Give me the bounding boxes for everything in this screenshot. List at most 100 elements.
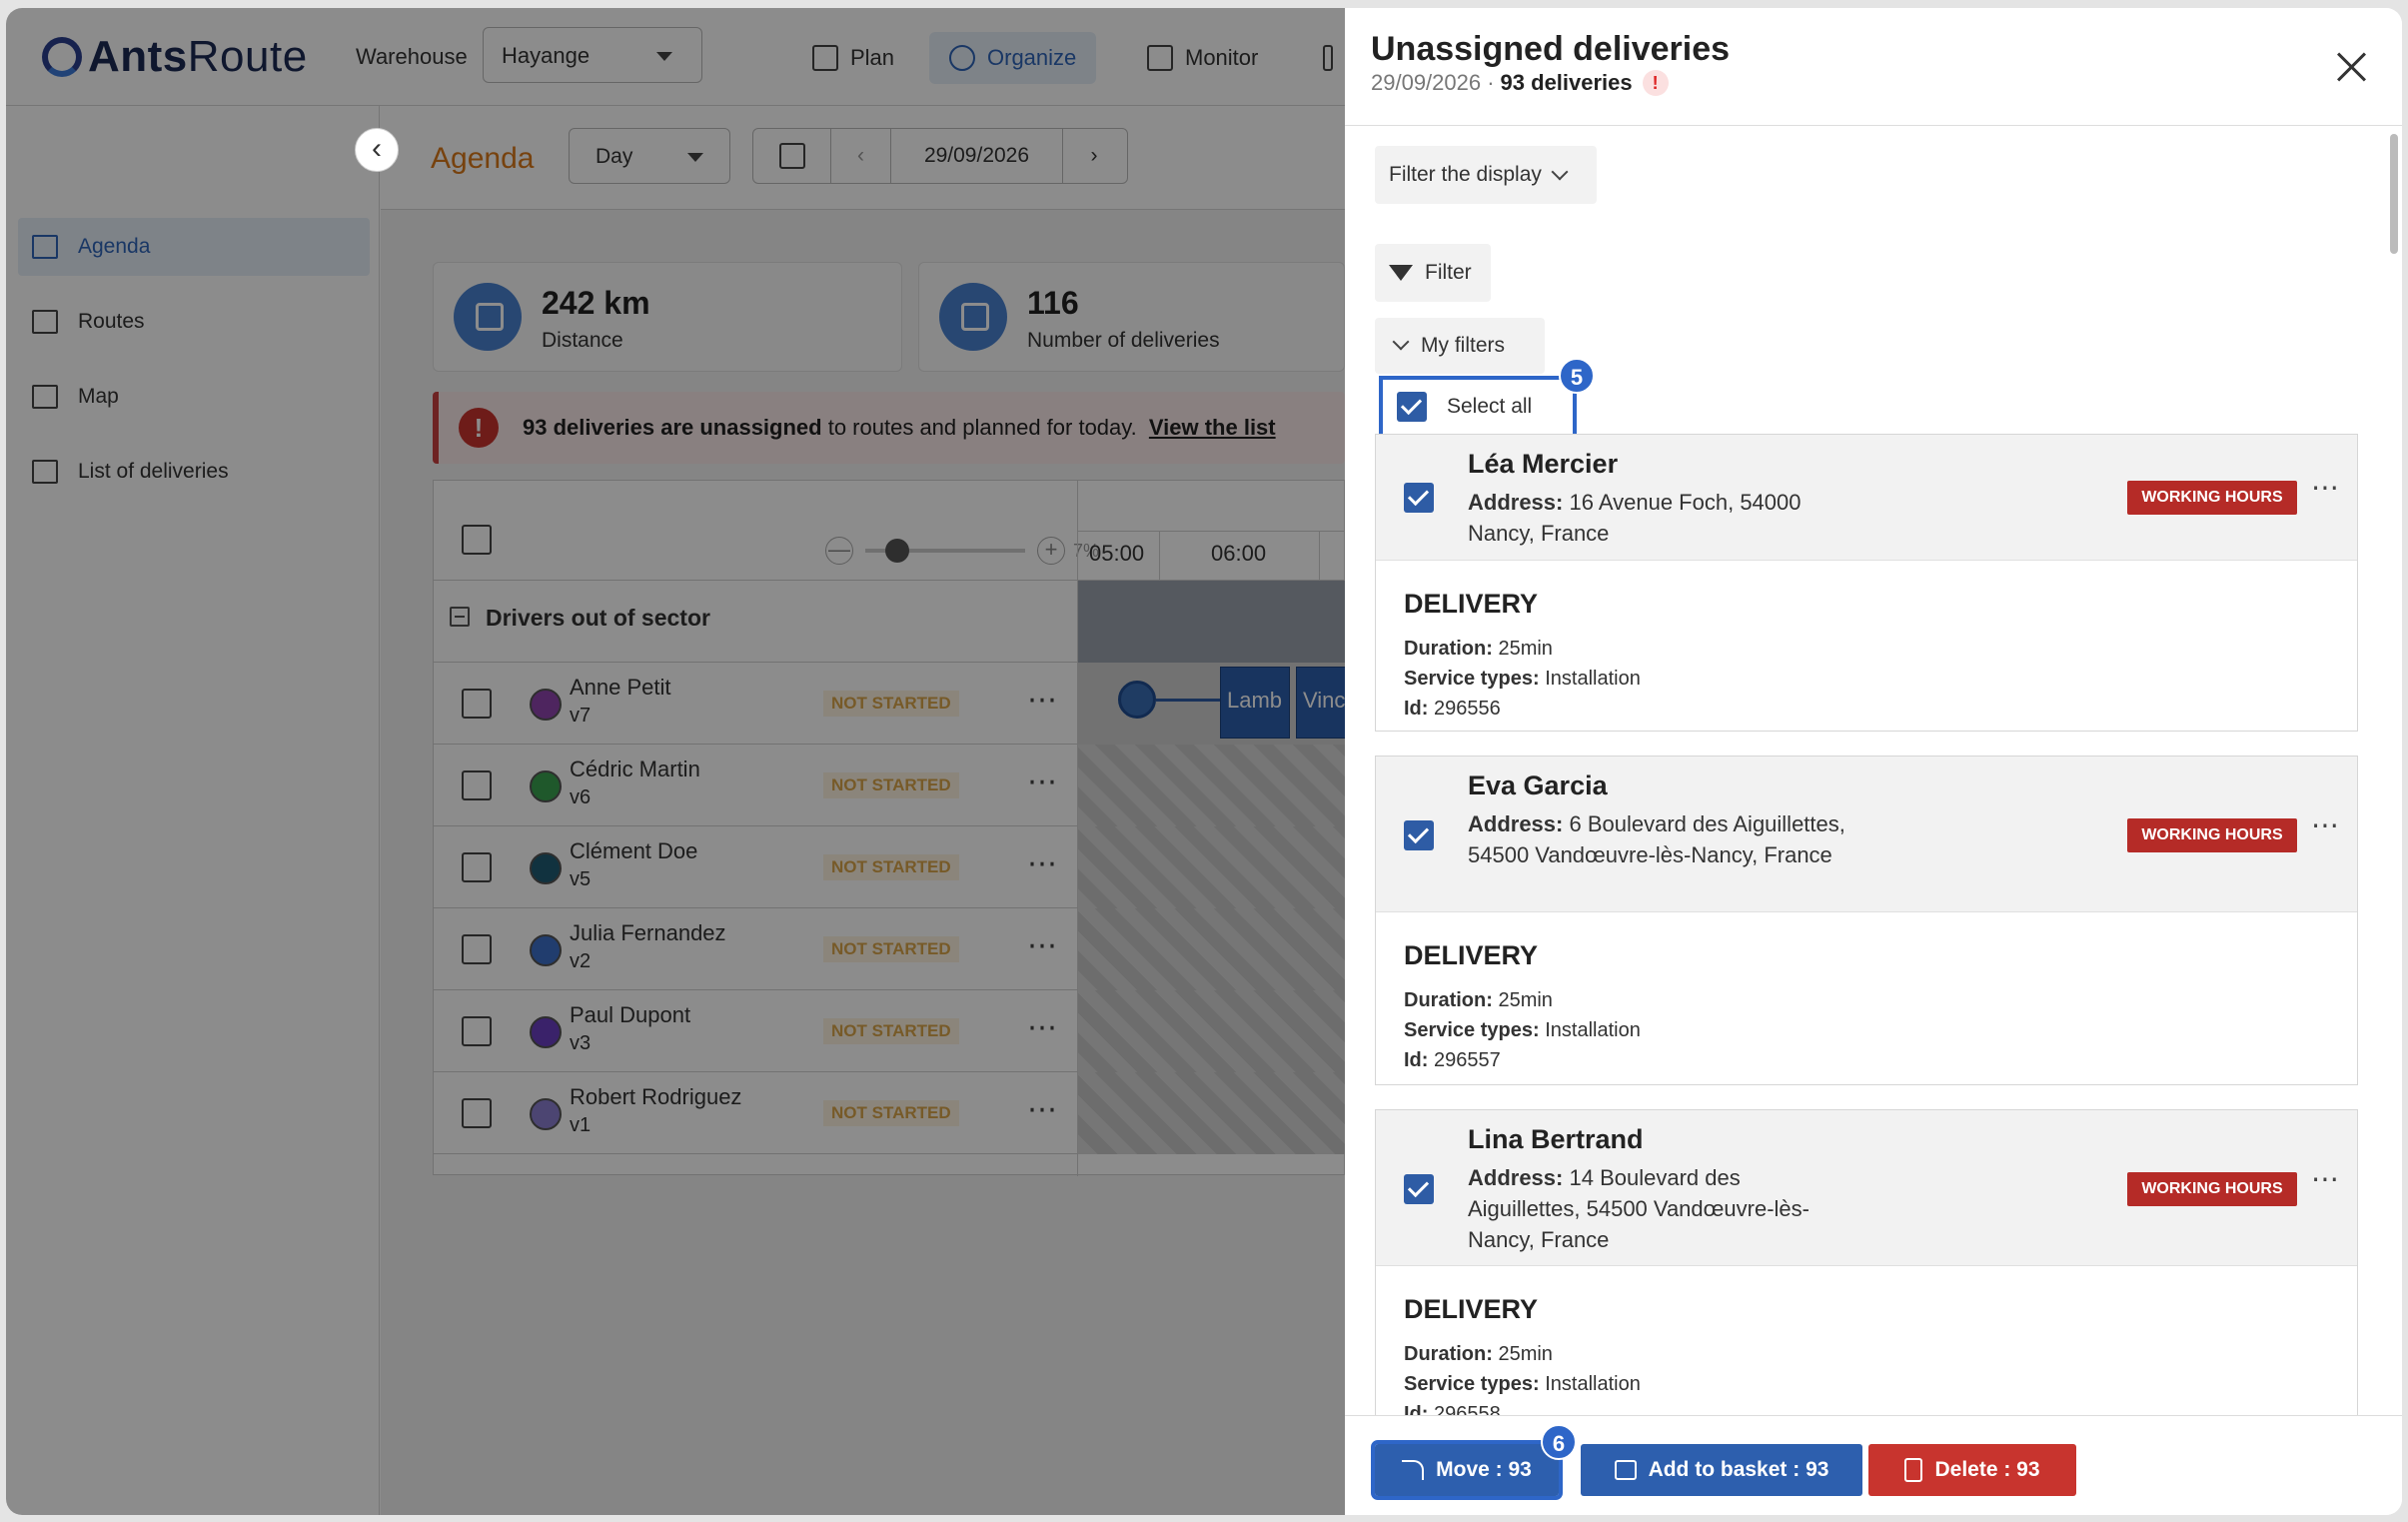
panel-count: 93 deliveries bbox=[1500, 70, 1633, 95]
my-filters-toggle[interactable]: My filters bbox=[1375, 318, 1545, 374]
driver-row[interactable]: Paul Dupont v3 NOT STARTED ⋯ bbox=[434, 990, 1346, 1072]
delivery-card[interactable]: Eva Garcia Address: 6 Boulevard des Aigu… bbox=[1375, 756, 2358, 1085]
driver-checkbox[interactable] bbox=[462, 689, 492, 719]
more-options-icon[interactable]: ⋯ bbox=[1027, 1010, 1059, 1045]
group-label: Drivers out of sector bbox=[486, 605, 710, 631]
driver-row[interactable]: Clément Doe v5 NOT STARTED ⋯ bbox=[434, 826, 1346, 908]
delivery-checkbox[interactable] bbox=[1404, 820, 1434, 850]
delivery-address: Address: 6 Boulevard des Aiguillettes, 5… bbox=[1468, 811, 1845, 867]
view-select[interactable]: Day bbox=[569, 128, 730, 184]
driver-checkbox[interactable] bbox=[462, 1016, 492, 1046]
collapse-sidebar-button[interactable]: ‹ bbox=[355, 128, 399, 172]
select-all-checkbox[interactable]: Select all bbox=[1379, 376, 1577, 438]
collapse-group-icon[interactable] bbox=[450, 607, 470, 627]
current-date[interactable]: 29/09/2026 bbox=[891, 129, 1063, 183]
driver-checkbox[interactable] bbox=[462, 770, 492, 800]
more-options-icon[interactable]: ⋯ bbox=[2311, 808, 2340, 841]
more-options-icon[interactable]: ⋯ bbox=[1027, 846, 1059, 881]
antsroute-logo[interactable]: AntsRoute bbox=[42, 30, 308, 84]
timeline-divider bbox=[1077, 481, 1078, 1176]
delivery-card-header: Lina Bertrand Address: 14 Boulevard des … bbox=[1376, 1110, 2357, 1266]
hour-label: 06:00 bbox=[1211, 541, 1267, 566]
driver-timeline bbox=[1078, 826, 1346, 908]
stat-label: Number of deliveries bbox=[1027, 329, 1220, 352]
warehouse-select[interactable]: Hayange bbox=[483, 27, 702, 83]
nav-organize[interactable]: Organize bbox=[929, 32, 1097, 84]
delete-button[interactable]: Delete : 93 bbox=[1868, 1444, 2076, 1496]
panel-title: Unassigned deliveries bbox=[1371, 30, 1731, 68]
calendar-picker-button[interactable] bbox=[753, 129, 831, 183]
sidebar-item-routes[interactable]: Routes bbox=[18, 293, 370, 351]
sidebar-item-map[interactable]: Map bbox=[18, 368, 370, 426]
driver-name: Anne Petit bbox=[570, 675, 671, 700]
driver-vehicle: v6 bbox=[570, 786, 592, 808]
add-to-basket-button[interactable]: Add to basket : 93 bbox=[1581, 1444, 1862, 1496]
signpost-icon bbox=[1147, 45, 1173, 71]
delivery-checkbox[interactable] bbox=[1404, 1174, 1434, 1204]
timeline-header-divider bbox=[1078, 531, 1346, 532]
stat-value: 116 bbox=[1027, 285, 1079, 321]
group-row-out-of-sector: Drivers out of sector bbox=[434, 581, 1346, 663]
nav-monitor[interactable]: Monitor bbox=[1127, 32, 1278, 84]
stat-label: Distance bbox=[542, 329, 623, 352]
delivery-service-types: Service types: Installation bbox=[1404, 668, 1641, 690]
more-options-icon[interactable]: ⋯ bbox=[2311, 1162, 2340, 1195]
more-options-icon[interactable]: ⋯ bbox=[1027, 764, 1059, 799]
delivery-card[interactable]: Léa Mercier Address: 16 Avenue Foch, 540… bbox=[1375, 434, 2358, 732]
alert-text: to routes and planned for today. bbox=[821, 415, 1143, 440]
customer-name: Eva Garcia bbox=[1468, 770, 1608, 800]
agenda-content: Agenda Day ‹ 29/09/2026 › 242 km Distanc… bbox=[381, 106, 1346, 1515]
next-day-button[interactable]: › bbox=[1063, 129, 1125, 183]
move-button[interactable]: Move : 93 bbox=[1371, 1440, 1563, 1500]
sidebar-item-list-of-deliveries[interactable]: List of deliveries bbox=[18, 443, 370, 501]
zoom-slider-handle[interactable] bbox=[885, 539, 909, 563]
panel-scrollbar[interactable] bbox=[2390, 134, 2398, 254]
route-stop[interactable]: Lamb bbox=[1220, 667, 1290, 739]
status-badge: NOT STARTED bbox=[823, 772, 959, 798]
alert-bold-text: 93 deliveries are unassigned bbox=[523, 415, 822, 440]
delivery-id: Id: 296558 bbox=[1404, 1403, 1501, 1415]
trash-icon bbox=[1904, 1458, 1923, 1482]
delivery-service-types: Service types: Installation bbox=[1404, 1019, 1641, 1041]
customer-name: Léa Mercier bbox=[1468, 449, 1619, 479]
filter-button[interactable]: Filter bbox=[1375, 244, 1491, 302]
filter-display-button[interactable]: Filter the display bbox=[1375, 146, 1597, 204]
delivery-type: DELIVERY bbox=[1404, 589, 1539, 619]
driver-checkbox[interactable] bbox=[462, 1098, 492, 1128]
zoom-in-button[interactable]: + bbox=[1037, 537, 1065, 565]
delivery-checkbox[interactable] bbox=[1404, 483, 1434, 513]
chevron-down-icon bbox=[687, 153, 703, 162]
delivery-card[interactable]: Lina Bertrand Address: 14 Boulevard des … bbox=[1375, 1109, 2358, 1415]
more-options-icon[interactable]: ⋯ bbox=[1027, 1092, 1059, 1127]
map-pin-icon bbox=[32, 385, 58, 409]
zoom-slider[interactable] bbox=[865, 539, 1025, 563]
view-list-link[interactable]: View the list bbox=[1149, 415, 1276, 441]
more-options-icon[interactable]: ⋯ bbox=[1027, 683, 1059, 718]
delivery-card-header: Eva Garcia Address: 6 Boulevard des Aigu… bbox=[1376, 757, 2357, 912]
close-icon[interactable] bbox=[2334, 50, 2368, 84]
working-hours-badge: WORKING HOURS bbox=[2127, 818, 2297, 852]
nav-plan[interactable]: Plan bbox=[792, 32, 914, 84]
driver-checkbox[interactable] bbox=[462, 852, 492, 882]
page-title: Agenda bbox=[431, 142, 535, 175]
select-all-drivers-checkbox[interactable] bbox=[462, 525, 492, 555]
driver-row[interactable]: Julia Fernandez v2 NOT STARTED ⋯ bbox=[434, 908, 1346, 990]
nav-analytics[interactable] bbox=[1303, 32, 1345, 84]
prev-day-button[interactable]: ‹ bbox=[831, 129, 891, 183]
route-stop[interactable]: Vinc bbox=[1296, 667, 1346, 739]
driver-row[interactable]: Cédric Martin v6 NOT STARTED ⋯ bbox=[434, 745, 1346, 826]
driver-checkbox[interactable] bbox=[462, 934, 492, 964]
depot-icon[interactable] bbox=[1118, 681, 1156, 719]
panel-header: Unassigned deliveries 29/09/2026 · 93 de… bbox=[1345, 8, 2402, 126]
more-options-icon[interactable]: ⋯ bbox=[2311, 471, 2340, 504]
driver-row[interactable]: Robert Rodriguez v1 NOT STARTED ⋯ bbox=[434, 1072, 1346, 1154]
driver-row[interactable]: Anne Petit v7 NOT STARTED ⋯ Lamb Vinc bbox=[434, 663, 1346, 745]
sidebar-item-agenda[interactable]: Agenda bbox=[18, 218, 370, 276]
working-hours-badge: WORKING HOURS bbox=[2127, 481, 2297, 515]
funnel-icon bbox=[1389, 265, 1413, 281]
status-badge: NOT STARTED bbox=[823, 854, 959, 880]
more-options-icon[interactable]: ⋯ bbox=[1027, 928, 1059, 963]
chevron-left-icon: ‹ bbox=[372, 132, 382, 165]
delivery-duration: Duration: 25min bbox=[1404, 989, 1553, 1011]
zoom-out-button[interactable]: — bbox=[825, 537, 853, 565]
